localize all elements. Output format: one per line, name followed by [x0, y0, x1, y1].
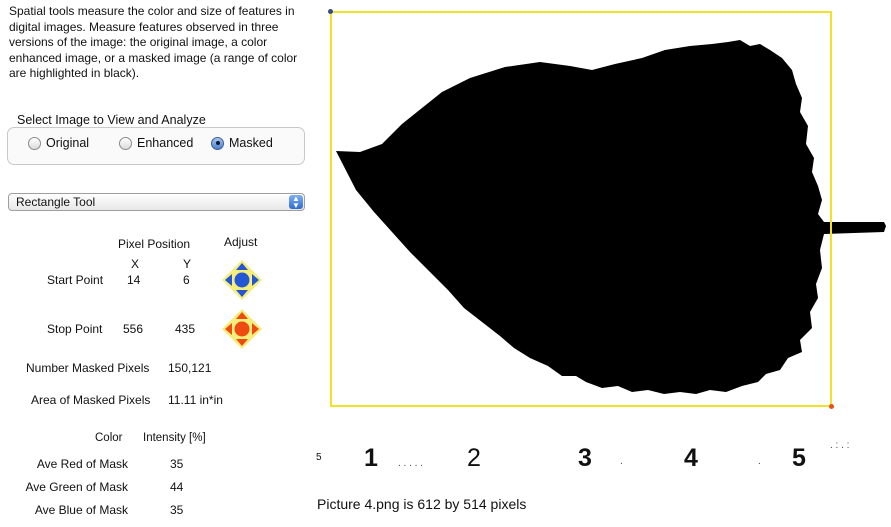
- blue-diamond-adjust-icon[interactable]: [221, 259, 263, 301]
- start-adjust-control[interactable]: [221, 259, 263, 306]
- radio-original-label: Original: [46, 136, 90, 150]
- ruler-mark-1: 1: [364, 444, 378, 472]
- ave-green-label: Ave Green of Mask: [25, 480, 129, 494]
- ruler-mark-4: 4: [684, 444, 698, 472]
- scale-ruler: 5 1 . . . . . 2 3 . 4 . 5 . : . :: [310, 440, 890, 480]
- start-y-value: 6: [183, 273, 190, 287]
- radio-masked-circle[interactable]: [211, 136, 224, 150]
- image-select-label: Select Image to View and Analyze: [17, 113, 206, 127]
- stop-handle[interactable]: [829, 404, 834, 409]
- ruler-mark-2: 2: [467, 444, 481, 472]
- masked-area-label: Area of Masked Pixels: [31, 393, 151, 407]
- masked-pixels-label: Number Masked Pixels: [26, 361, 150, 375]
- selection-rectangle[interactable]: [328, 9, 834, 409]
- radio-enhanced-circle[interactable]: [119, 136, 132, 150]
- ruler-small-label: 5: [316, 452, 322, 463]
- start-handle[interactable]: [328, 9, 333, 14]
- masked-pixels-value: 150,121: [168, 361, 212, 375]
- orange-diamond-adjust-icon[interactable]: [221, 308, 263, 350]
- stop-y-value: 435: [175, 322, 196, 336]
- radio-enhanced[interactable]: Enhanced: [119, 136, 193, 150]
- ruler-dots: .: [758, 456, 761, 467]
- ave-blue-label: Ave Blue of Mask: [34, 503, 128, 517]
- radio-masked[interactable]: Masked: [211, 136, 273, 150]
- tool-select-dropdown[interactable]: Rectangle Tool ▲ ▼: [8, 193, 305, 211]
- image-select-radio-group: Original Enhanced Masked: [7, 127, 305, 165]
- start-point-label: Start Point: [47, 273, 104, 287]
- image-caption: Picture 4.png is 612 by 514 pixels: [317, 496, 527, 512]
- start-x-value: 14: [127, 273, 141, 287]
- radio-masked-label: Masked: [229, 136, 273, 150]
- ave-red-label: Ave Red of Mask: [36, 457, 128, 471]
- ruler-dots: . . . . .: [398, 458, 424, 469]
- stop-adjust-control[interactable]: [221, 308, 263, 355]
- ave-blue-value: 35: [170, 503, 184, 517]
- radio-enhanced-label: Enhanced: [137, 136, 194, 150]
- radio-original[interactable]: Original: [28, 136, 89, 150]
- ruler-dots: .: [620, 456, 623, 467]
- x-column-label: X: [131, 257, 140, 271]
- radio-original-circle[interactable]: [28, 136, 41, 150]
- color-column-header: Color: [95, 432, 123, 444]
- tool-select-value: Rectangle Tool: [16, 195, 96, 209]
- stop-point-label: Stop Point: [47, 322, 103, 336]
- description-text: Spatial tools measure the color and size…: [9, 4, 298, 80]
- pixel-position-header: Pixel Position: [118, 237, 191, 251]
- ruler-mark-5: 5: [792, 444, 806, 472]
- ave-red-value: 35: [170, 457, 184, 471]
- intensity-column-header: Intensity [%]: [143, 432, 206, 444]
- masked-area-value: 11.11 in*in: [168, 393, 223, 407]
- stop-x-value: 556: [123, 322, 144, 336]
- y-column-label: Y: [183, 257, 192, 271]
- ruler-mark-3: 3: [578, 444, 592, 472]
- ruler-dots: . : . :: [830, 440, 850, 451]
- up-down-arrows-icon[interactable]: ▲ ▼: [289, 195, 303, 210]
- ave-green-value: 44: [170, 480, 184, 494]
- adjust-header: Adjust: [224, 235, 258, 249]
